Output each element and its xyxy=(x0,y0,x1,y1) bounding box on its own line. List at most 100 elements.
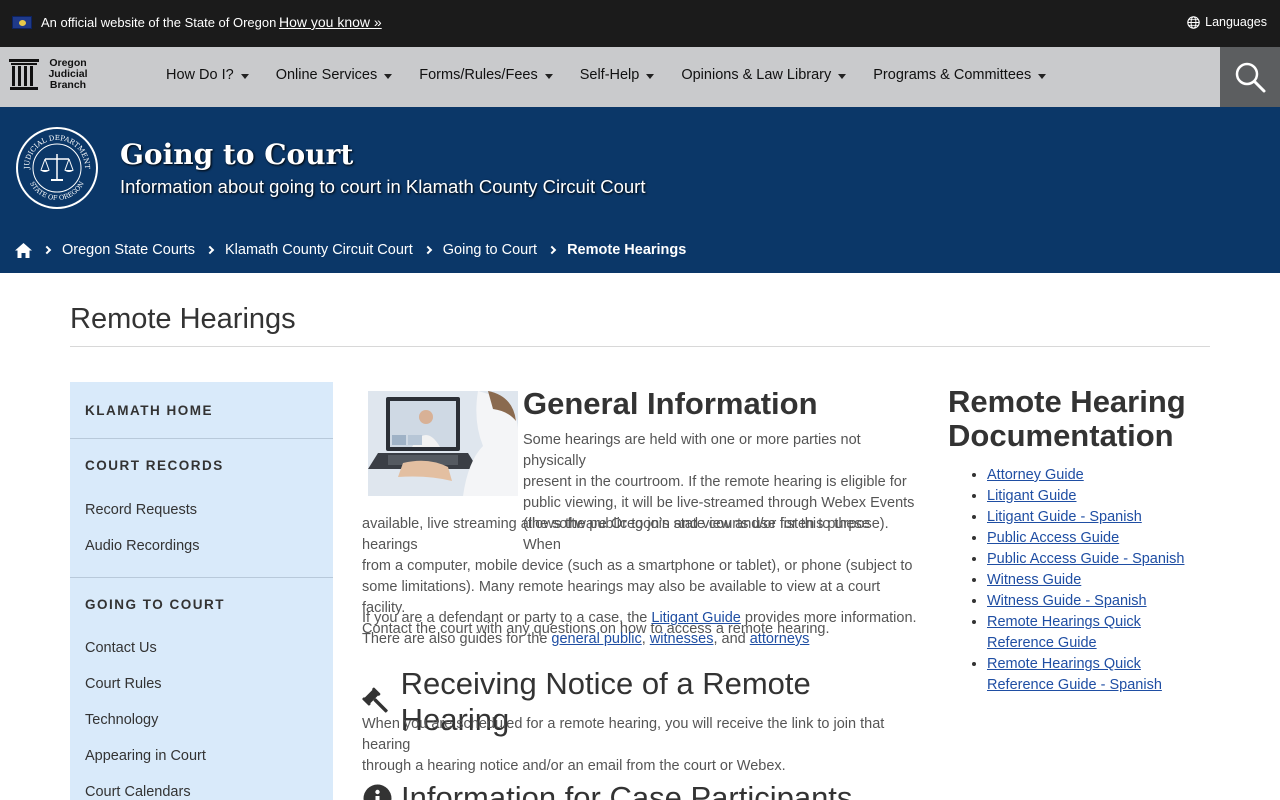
nav-item-how-do-i[interactable]: How Do I? xyxy=(166,67,249,83)
paragraph-line: available, live streaming allows the pub… xyxy=(362,516,870,553)
list-item: Witness Guide - Spanish xyxy=(987,591,1210,612)
witnesses-link[interactable]: witnesses xyxy=(650,631,714,647)
list-item: Litigant Guide xyxy=(987,486,1210,507)
globe-icon xyxy=(1187,15,1200,29)
witness-guide-link[interactable]: Witness Guide xyxy=(987,572,1081,588)
list-item: Remote Hearings Quick Reference Guide - … xyxy=(987,654,1210,696)
caret-down-icon xyxy=(1038,74,1047,79)
paragraph-line: public viewing, it will be live-streamed… xyxy=(523,495,915,511)
caret-down-icon xyxy=(646,74,655,79)
guide-text: provides more information. xyxy=(740,610,917,626)
paragraph-line: Some hearings are held with one or more … xyxy=(523,432,861,469)
litigant-guide-doc-link[interactable]: Litigant Guide xyxy=(987,488,1076,504)
sidebar-item-going-to-court[interactable]: GOING TO COURT xyxy=(70,578,333,630)
heading-line: Remote Hearing xyxy=(948,384,1186,419)
sidebar-link-label: Audio Recordings xyxy=(85,538,200,554)
search-icon xyxy=(1235,62,1266,93)
chevron-right-icon xyxy=(547,245,557,255)
sidebar-link-label: Court Calendars xyxy=(85,784,191,800)
sidebar-heading: GOING TO COURT xyxy=(85,596,226,612)
guides-paragraph: If you are a defendant or party to a cas… xyxy=(362,608,922,650)
breadcrumb: Oregon State Courts Klamath County Circu… xyxy=(15,242,686,258)
languages-button[interactable]: Languages xyxy=(1187,15,1267,29)
sidebar-nav: KLAMATH HOME COURT RECORDS Record Reques… xyxy=(70,382,333,800)
sidebar-item-appearing-in-court[interactable]: Appearing in Court xyxy=(70,738,333,774)
quick-reference-guide-link[interactable]: Remote Hearings Quick Reference Guide xyxy=(987,614,1141,651)
breadcrumb-klamath-county[interactable]: Klamath County Circuit Court xyxy=(225,242,413,258)
logo-text: Oregon Judicial Branch xyxy=(47,56,89,91)
notice-paragraph: When you are scheduled for a remote hear… xyxy=(362,714,922,777)
guide-text: If you are a defendant or party to a cas… xyxy=(362,610,652,626)
home-icon[interactable] xyxy=(15,242,32,258)
nav-item-online-services[interactable]: Online Services xyxy=(276,67,393,83)
breadcrumb-oregon-state-courts[interactable]: Oregon State Courts xyxy=(62,242,195,258)
courthouse-logo-icon xyxy=(9,59,39,90)
ojd-logo[interactable]: Oregon Judicial Branch xyxy=(9,57,89,91)
nav-item-programs-committees[interactable]: Programs & Committees xyxy=(873,67,1047,83)
caret-down-icon xyxy=(240,74,249,79)
sidebar-item-klamath-home[interactable]: KLAMATH HOME xyxy=(70,382,333,438)
breadcrumb-going-to-court[interactable]: Going to Court xyxy=(443,242,537,258)
page-banner: JUDICIAL DEPARTMENT STATE OF OREGON Goin… xyxy=(0,107,1280,273)
sidebar-item-court-calendars[interactable]: Court Calendars xyxy=(70,774,333,800)
guide-text: There are also guides for the xyxy=(362,631,552,647)
litigant-guide-spanish-link[interactable]: Litigant Guide - Spanish xyxy=(987,509,1142,525)
case-participants-heading: Information for Case Participants xyxy=(362,780,922,800)
documentation-heading: Remote Hearing Documentation xyxy=(948,385,1210,453)
sidebar-link-label: Appearing in Court xyxy=(85,748,206,764)
sidebar-item-audio-recordings[interactable]: Audio Recordings xyxy=(70,528,333,564)
remote-hearing-photo xyxy=(368,391,518,496)
nav-item-self-help[interactable]: Self-Help xyxy=(580,67,655,83)
caret-down-icon xyxy=(544,74,553,79)
how-you-know-link[interactable]: How you know » xyxy=(279,14,382,30)
search-button[interactable] xyxy=(1220,47,1280,107)
list-item: Remote Hearings Quick Reference Guide xyxy=(987,612,1210,654)
sidebar-link-label: Record Requests xyxy=(85,502,198,518)
chevron-right-icon xyxy=(205,245,215,255)
list-item: Attorney Guide xyxy=(987,465,1210,486)
nav-item-forms-rules-fees[interactable]: Forms/Rules/Fees xyxy=(419,67,553,83)
banner-title: Going to Court xyxy=(120,138,354,171)
list-item: Witness Guide xyxy=(987,570,1210,591)
witness-guide-spanish-link[interactable]: Witness Guide - Spanish xyxy=(987,593,1147,609)
main-navigation: Oregon Judicial Branch How Do I? Online … xyxy=(0,47,1280,107)
nav-item-label: How Do I? xyxy=(166,67,234,83)
guide-text: , xyxy=(641,631,650,647)
public-access-guide-link[interactable]: Public Access Guide xyxy=(987,530,1119,546)
judicial-seal-icon: JUDICIAL DEPARTMENT STATE OF OREGON xyxy=(16,127,98,209)
oregon-flag-icon xyxy=(12,16,32,29)
quick-reference-guide-spanish-link[interactable]: Remote Hearings Quick Reference Guide - … xyxy=(987,656,1162,693)
section-heading-text: Information for Case Participants xyxy=(401,780,853,800)
general-public-link[interactable]: general public xyxy=(551,631,641,647)
sidebar-item-contact-us[interactable]: Contact Us xyxy=(70,630,333,666)
list-item: Public Access Guide - Spanish xyxy=(987,549,1210,570)
logo-line: Oregon xyxy=(49,56,87,69)
nav-menu: How Do I? Online Services Forms/Rules/Fe… xyxy=(166,67,1073,83)
paragraph-line: When you are scheduled for a remote hear… xyxy=(362,716,885,753)
guide-text: , and xyxy=(713,631,750,647)
official-banner: An official website of the State of Oreg… xyxy=(0,0,1280,47)
sidebar-heading: KLAMATH HOME xyxy=(85,402,213,418)
sidebar-item-record-requests[interactable]: Record Requests xyxy=(70,492,333,528)
title-divider xyxy=(70,346,1210,347)
list-item: Litigant Guide - Spanish xyxy=(987,507,1210,528)
attorneys-link[interactable]: attorneys xyxy=(750,631,810,647)
nav-item-label: Online Services xyxy=(275,67,378,83)
sidebar-heading: COURT RECORDS xyxy=(85,458,224,473)
litigant-guide-link[interactable]: Litigant Guide xyxy=(651,610,740,626)
attorney-guide-link[interactable]: Attorney Guide xyxy=(987,467,1084,483)
documentation-sidebar: Remote Hearing Documentation Attorney Gu… xyxy=(948,385,1210,696)
official-site-text: An official website of the State of Oreg… xyxy=(41,15,277,30)
sidebar-item-court-records[interactable]: COURT RECORDS xyxy=(70,439,333,492)
paragraph-line: There are also guides for the general pu… xyxy=(362,629,922,650)
sidebar-item-technology[interactable]: Technology xyxy=(70,702,333,738)
languages-label: Languages xyxy=(1205,15,1267,29)
nav-item-opinions-law-library[interactable]: Opinions & Law Library xyxy=(681,67,847,83)
chevron-right-icon xyxy=(423,245,433,255)
info-icon xyxy=(363,784,392,800)
caret-down-icon xyxy=(838,74,847,79)
sidebar-item-court-rules[interactable]: Court Rules xyxy=(70,666,333,702)
paragraph-line: present in the courtroom. If the remote … xyxy=(523,474,907,490)
public-access-guide-spanish-link[interactable]: Public Access Guide - Spanish xyxy=(987,551,1184,567)
sidebar-link-label: Contact Us xyxy=(85,640,157,656)
